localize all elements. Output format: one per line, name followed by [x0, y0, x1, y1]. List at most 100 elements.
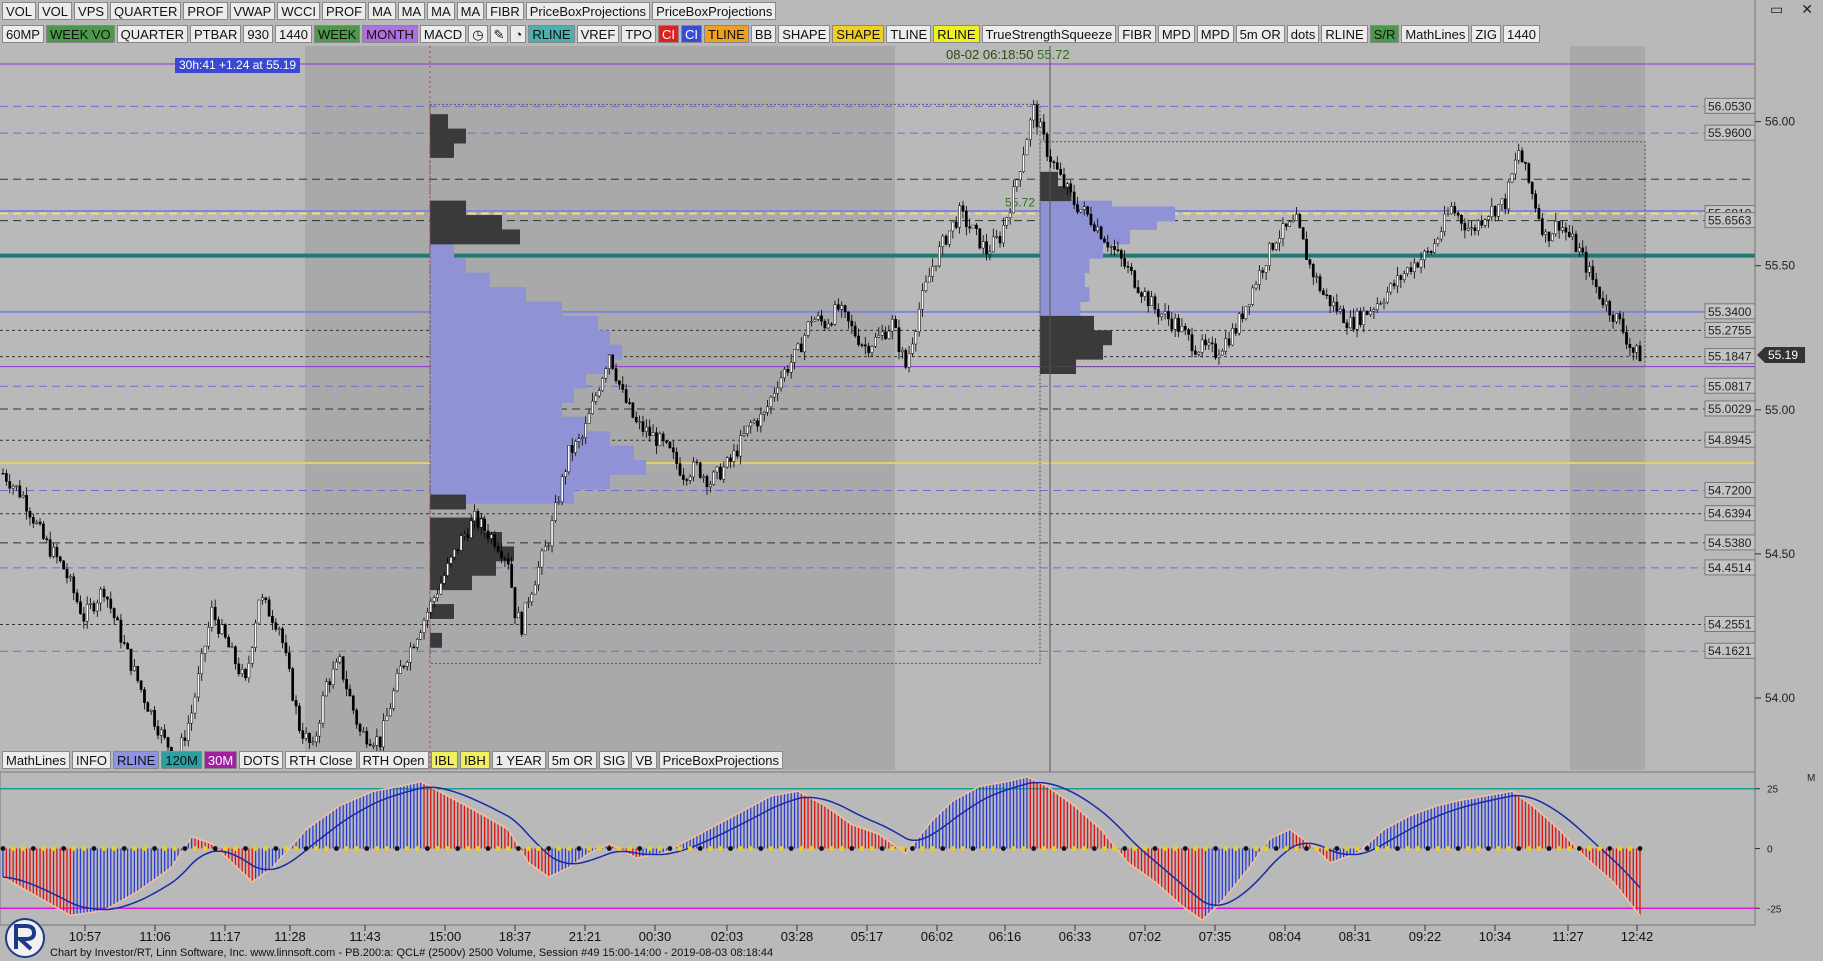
candle-body-239 [806, 321, 810, 336]
squeeze-dot-441 [1486, 846, 1491, 851]
toolbar-top-button-9[interactable]: MA [397, 2, 426, 20]
toolbar-mid-button-25[interactable]: MPD [1157, 25, 1195, 43]
toolbar-mid-button-22[interactable]: RLINE [933, 25, 980, 43]
close-icon[interactable]: ✕ [1801, 2, 1813, 18]
candle-body-397 [1338, 308, 1342, 312]
toolbar-mid-button-33[interactable]: 1440 [1503, 25, 1540, 43]
toolbar-top-button-0[interactable]: VOL [2, 2, 37, 20]
squeeze-dot-303 [1021, 846, 1026, 851]
toolbar-top-button-14[interactable]: PriceBoxProjections [652, 2, 777, 20]
toolbar-mid-button-24[interactable]: FIBR [1118, 25, 1156, 43]
toolbar-mid-button-0[interactable]: 60MP [2, 25, 44, 43]
toolbar-bottom-button-9[interactable]: IBH [460, 751, 490, 769]
candle-body-10 [35, 521, 39, 524]
toolbar-top-button-1[interactable]: VOL [38, 2, 73, 20]
toolbar-mid-button-27[interactable]: 5m OR [1235, 25, 1285, 43]
toolbar-bottom-button-1[interactable]: INFO [71, 751, 112, 769]
candle-body-46 [156, 726, 160, 736]
toolbar-top-button-5[interactable]: VWAP [229, 2, 276, 20]
candle-body-454 [1530, 182, 1534, 195]
candle-body-227 [766, 406, 769, 413]
toolbar-mid-button-17[interactable]: TLINE [704, 25, 749, 43]
toolbar-bottom-button-13[interactable]: VB [631, 751, 657, 769]
candle-body-49 [166, 737, 170, 748]
toolbar-mid-button-23[interactable]: TrueStrengthSqueeze [981, 25, 1117, 43]
candle-body-387 [1305, 239, 1308, 260]
toolbar-top-button-6[interactable]: WCCI [277, 2, 320, 20]
toolbar-bottom-button-4[interactable]: 30M [203, 751, 238, 769]
toolbar-bottom-button-14[interactable]: PriceBoxProjections [658, 751, 783, 769]
toolbar-top-button-10[interactable]: MA [427, 2, 455, 20]
toolbar-mid-button-3[interactable]: PTBAR [189, 25, 242, 43]
toolbar-top-button-4[interactable]: PROF [183, 2, 228, 20]
candle-body-240 [810, 320, 813, 323]
toolbar-top-button-11[interactable]: MA [456, 2, 485, 20]
toolbar-mid-button-9[interactable]: ◷ [468, 25, 488, 43]
toolbar-bottom-button-8[interactable]: IBL [430, 751, 459, 769]
toolbar-mid-button-14[interactable]: TPO [621, 25, 657, 43]
toolbar-mid-button-11[interactable]: ◔ [510, 25, 527, 43]
restore-icon[interactable]: ▭ [1770, 2, 1783, 18]
toolbar-top-button-13[interactable]: PriceBoxProjections [525, 2, 651, 20]
candle-body-116 [392, 690, 396, 709]
toolbar-mid-button-12[interactable]: RLINE [528, 25, 575, 43]
toolbar-mid-button-26[interactable]: MPD [1196, 25, 1234, 43]
toolbar-bottom-button-6[interactable]: RTH Close [285, 751, 357, 769]
toolbar-mid-button-2[interactable]: QUARTER [116, 25, 188, 43]
toolbar-bottom-button-10[interactable]: 1 YEAR [491, 751, 546, 769]
toolbar-mid-button-5[interactable]: 1440 [275, 25, 312, 43]
level-label-13: 54.4514 [1708, 561, 1752, 575]
toolbar-mid-button-21[interactable]: TLINE [886, 25, 932, 43]
profile-0-blue-row-2 [430, 272, 490, 288]
candle-body-369 [1244, 306, 1248, 320]
toolbar-mid-button-4[interactable]: 930 [243, 25, 274, 43]
toolbar-mid-button-31[interactable]: MathLines [1401, 25, 1470, 43]
toolbar-bottom-button-12[interactable]: SIG [598, 751, 630, 769]
toolbar-mid-button-20[interactable]: SHAPE [832, 25, 885, 43]
candle-body-160 [540, 550, 544, 568]
toolbar-mid-button-28[interactable]: dots [1286, 25, 1320, 43]
level-label-1: 55.9600 [1708, 126, 1752, 140]
squeeze-dot-129 [435, 846, 440, 851]
toolbar-top-button-12[interactable]: FIBR [486, 2, 524, 20]
toolbar-mid-button-7[interactable]: MONTH [362, 25, 418, 43]
toolbar-mid-button-30[interactable]: S/R [1369, 25, 1400, 43]
toolbar-mid-button-6[interactable]: WEEK [313, 25, 361, 43]
candle-body-320 [1079, 209, 1083, 213]
toolbar-mid-button-13[interactable]: VREF [576, 25, 620, 43]
candle-body-332 [1119, 250, 1123, 259]
squeeze-dot-426 [1435, 846, 1441, 851]
squeeze-dot-333 [1122, 846, 1128, 851]
toolbar-bottom-button-3[interactable]: 120M [161, 751, 202, 769]
toolbar-bottom-button-7[interactable]: RTH Open [358, 751, 429, 769]
toolbar-bottom-button-11[interactable]: 5m OR [547, 751, 597, 769]
toolbar-mid-button-15[interactable]: CI [658, 25, 680, 43]
toolbar-mid-button-10[interactable]: ✎ [489, 25, 509, 43]
chart-canvas[interactable]: 55.72 56.053055.960055.681055.656355.340… [0, 0, 1823, 961]
squeeze-dot-18 [61, 846, 67, 851]
toolbar-top-button-3[interactable]: QUARTER [110, 2, 182, 20]
candle-body-94 [318, 722, 321, 737]
profile-0-black-row-0 [430, 200, 466, 216]
squeeze-dot-63 [212, 846, 218, 851]
toolbar-bottom-button-5[interactable]: DOTS [239, 751, 284, 769]
candle-body-25 [85, 604, 89, 622]
toolbar-mid-button-32[interactable]: ZIG [1471, 25, 1501, 43]
toolbar-mid-button-8[interactable]: MACD [419, 25, 467, 43]
toolbar-mid-button-16[interactable]: CI [681, 25, 703, 43]
candle-body-142 [479, 518, 483, 528]
candle-body-442 [1490, 206, 1494, 217]
candle-body-67 [227, 637, 231, 648]
toolbar-top-button-2[interactable]: VPS [74, 2, 109, 20]
toolbar-mid-button-1[interactable]: WEEK VO [45, 25, 115, 43]
toolbar-mid-button-18[interactable]: BB [750, 25, 777, 43]
candle-body-88 [298, 705, 301, 731]
toolbar-mid-button-29[interactable]: RLINE [1321, 25, 1368, 43]
toolbar-mid-button-19[interactable]: SHAPE [778, 25, 831, 43]
toolbar-top-button-8[interactable]: MA [368, 2, 396, 20]
toolbar-top-button-7[interactable]: PROF [321, 2, 367, 20]
squeeze-dot-15 [51, 846, 56, 851]
toolbar-bottom-button-0[interactable]: MathLines [2, 751, 70, 769]
x-tick-label-8: 00:30 [639, 929, 672, 944]
toolbar-bottom-button-2[interactable]: RLINE [113, 751, 160, 769]
